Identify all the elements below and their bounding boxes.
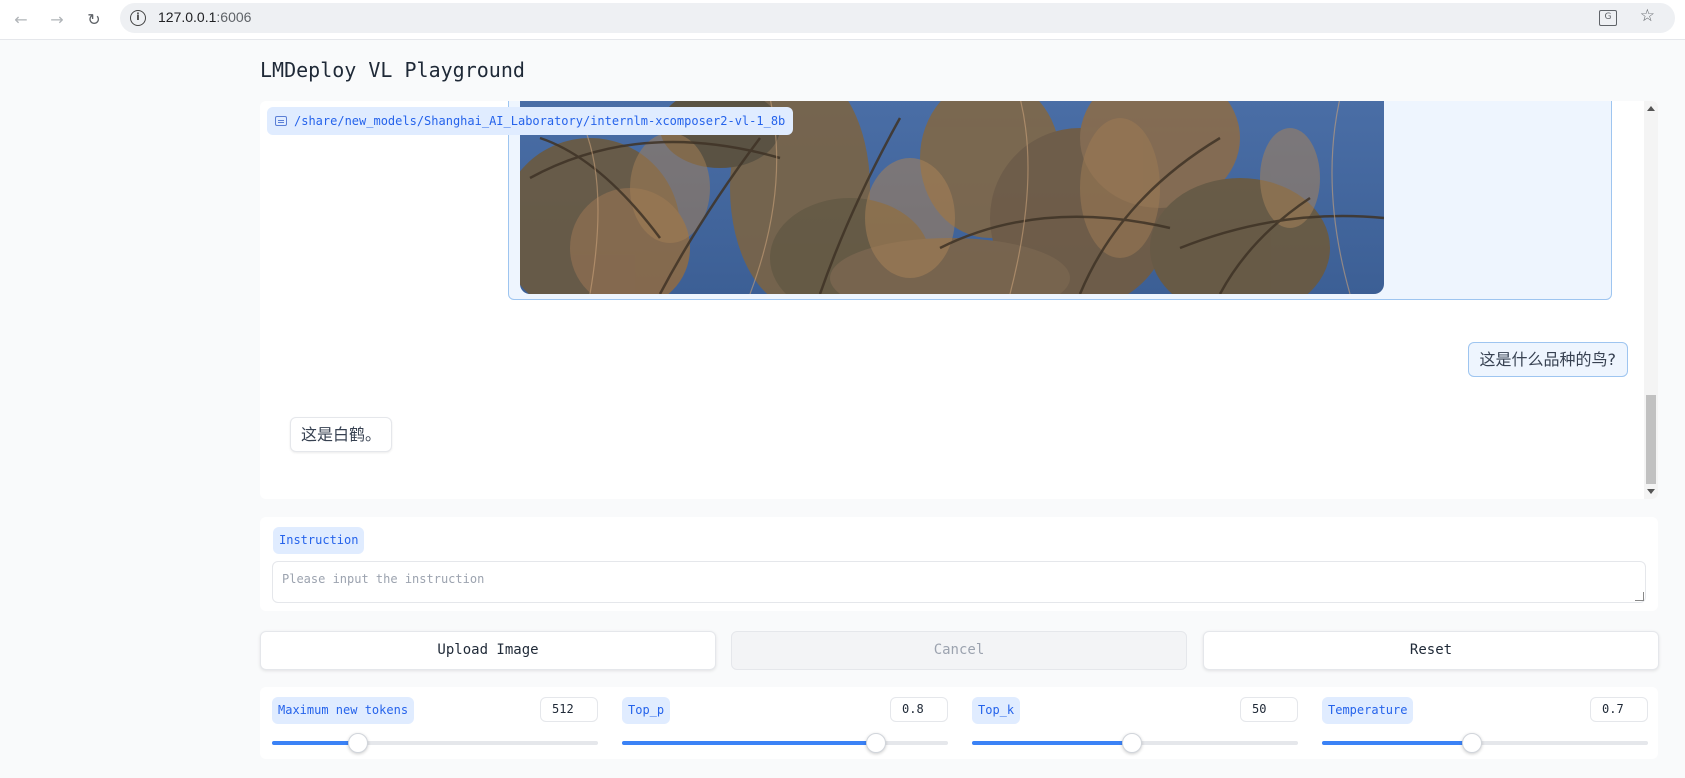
scroll-up-icon[interactable] xyxy=(1647,106,1655,111)
model-path-text: /share/new_models/Shanghai_AI_Laboratory… xyxy=(294,114,786,128)
back-arrow-icon[interactable]: ← xyxy=(8,7,34,33)
slider-track[interactable] xyxy=(622,733,948,753)
slider-thumb[interactable] xyxy=(866,733,887,753)
slider-fill xyxy=(272,741,359,745)
param-label: Maximum new tokens xyxy=(272,697,415,724)
param-max-new-tokens: Maximum new tokens 512 xyxy=(272,687,598,759)
param-label: Top_p xyxy=(622,697,671,724)
slider-thumb[interactable] xyxy=(1121,733,1142,753)
url-text: 127.0.0.1:6006 xyxy=(158,9,251,25)
reset-button[interactable]: Reset xyxy=(1203,631,1659,670)
slider-fill xyxy=(972,741,1132,745)
scroll-down-icon[interactable] xyxy=(1647,489,1655,494)
page-title: LMDeploy VL Playground xyxy=(260,58,525,82)
user-message: 这是什么品种的鸟? xyxy=(1467,342,1628,377)
chatbot-panel: /share/new_models/Shanghai_AI_Laboratory… xyxy=(260,101,1658,499)
param-top-p: Top_p 0.8 xyxy=(622,687,948,759)
slider-track[interactable] xyxy=(1322,733,1648,753)
param-number-input[interactable]: 0.7 xyxy=(1590,697,1648,722)
reload-icon[interactable]: ↻ xyxy=(81,7,107,33)
forward-arrow-icon[interactable]: → xyxy=(44,7,70,33)
bot-message: 这是白鹤。 xyxy=(290,417,393,452)
site-info-icon[interactable]: i xyxy=(130,10,146,26)
browser-toolbar: ← → ↻ i 127.0.0.1:6006 G ☆ xyxy=(0,0,1685,40)
chat-icon xyxy=(275,116,287,126)
slider-fill xyxy=(1322,741,1472,745)
resize-grip-icon[interactable] xyxy=(1635,592,1644,601)
slider-track[interactable] xyxy=(972,733,1298,753)
translate-icon[interactable]: G xyxy=(1599,10,1617,26)
param-label: Temperature xyxy=(1322,697,1414,724)
param-top-k: Top_k 50 xyxy=(972,687,1298,759)
cancel-button[interactable]: Cancel xyxy=(731,631,1187,670)
slider-fill xyxy=(622,741,877,745)
url-host: 127.0.0.1 xyxy=(158,9,217,25)
slider-thumb[interactable] xyxy=(1461,733,1482,753)
generation-params-panel: Maximum new tokens 512 Top_p 0.8 Top_k 5… xyxy=(260,687,1658,759)
param-number-input[interactable]: 512 xyxy=(540,697,598,722)
instruction-input[interactable] xyxy=(272,561,1646,603)
address-bar[interactable]: i 127.0.0.1:6006 G ☆ xyxy=(120,3,1675,33)
instruction-label: Instruction xyxy=(273,527,365,554)
url-port: :6006 xyxy=(216,9,252,25)
model-path-label: /share/new_models/Shanghai_AI_Laboratory… xyxy=(267,107,794,135)
param-number-input[interactable]: 0.8 xyxy=(890,697,948,722)
instruction-panel: Instruction xyxy=(260,517,1658,611)
param-label: Top_k xyxy=(972,697,1021,724)
upload-image-button[interactable]: Upload Image xyxy=(260,631,716,670)
bookmark-star-icon[interactable]: ☆ xyxy=(1640,6,1655,26)
param-number-input[interactable]: 50 xyxy=(1240,697,1298,722)
scroll-thumb[interactable] xyxy=(1646,395,1656,484)
chat-scrollbar[interactable] xyxy=(1644,101,1658,499)
slider-thumb[interactable] xyxy=(348,733,369,753)
slider-track[interactable] xyxy=(272,733,598,753)
param-temperature: Temperature 0.7 xyxy=(1322,687,1648,759)
